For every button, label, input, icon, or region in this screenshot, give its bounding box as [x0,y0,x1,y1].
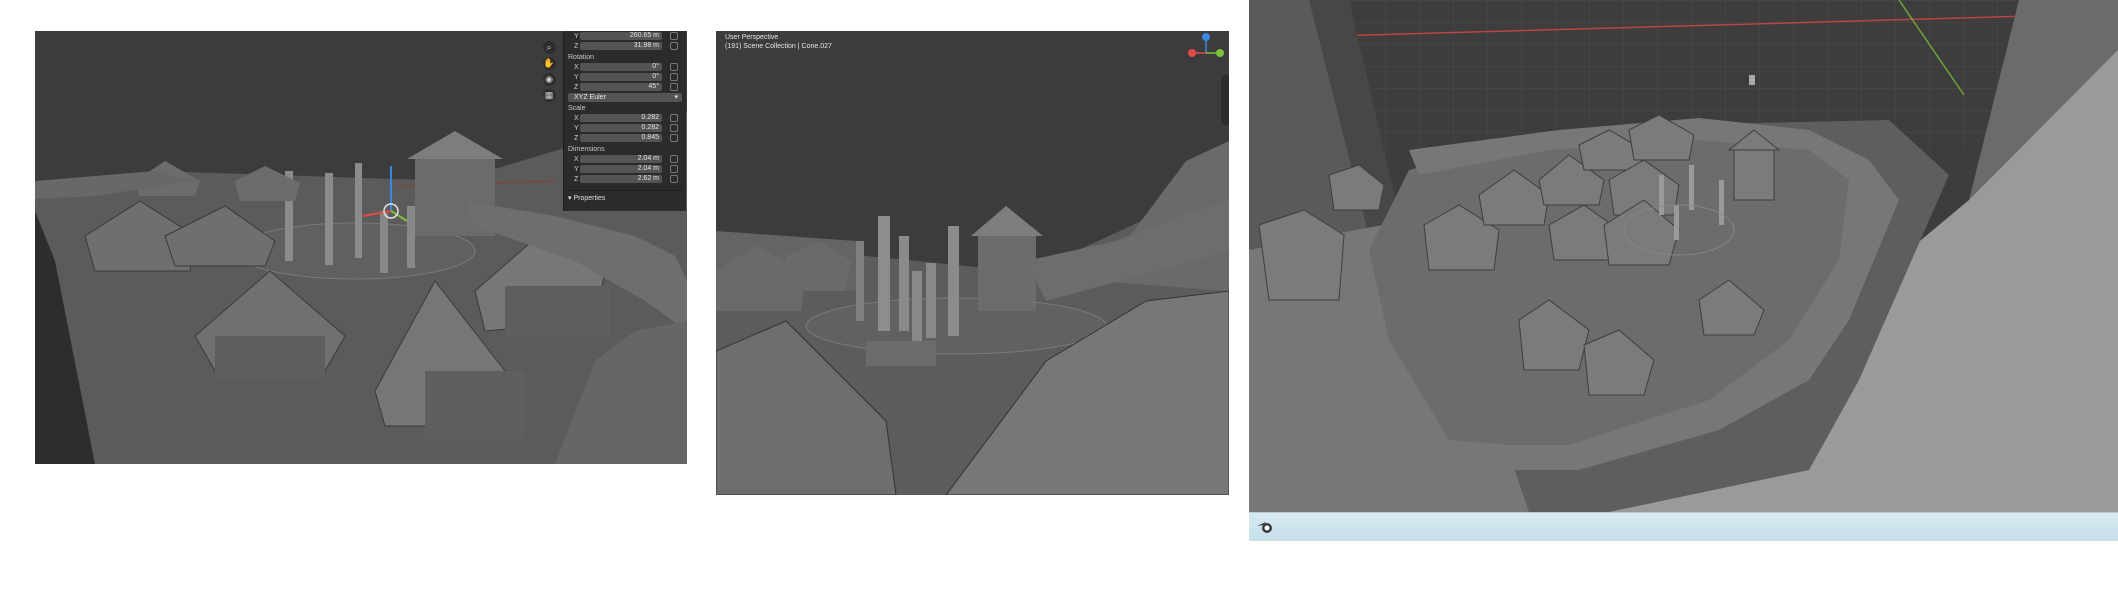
rotation-field[interactable]: 45° [580,83,662,91]
dimension-row: Z 2.62 m [568,174,682,184]
lock-icon[interactable] [670,165,678,173]
gizmo-y-icon [1216,49,1224,57]
hand-icon[interactable]: ✋ [542,57,556,70]
properties-section[interactable]: ▾ Properties [568,190,682,205]
axis-label: Y [574,33,579,40]
zoom-icon[interactable]: ⌕ [542,41,556,54]
viewport-side-toolbar[interactable] [1221,75,1229,125]
dimension-field[interactable]: 2.04 m [580,155,662,163]
axis-label: X [574,64,579,71]
axis-label: Z [574,176,579,183]
lock-icon[interactable] [670,124,678,132]
scale-field[interactable]: 0.282 [580,114,662,122]
lock-icon[interactable] [670,114,678,122]
village-scene-middle [716,31,1229,495]
rotation-mode-select[interactable]: XYZ Euler [568,93,682,102]
rotation-field[interactable]: 0° [580,73,662,81]
collection-path: (191) Scene Collection | Cone.027 [725,43,832,50]
dimensions-heading: Dimensions [568,146,605,153]
rotation-row: Z 45° [568,82,682,92]
axis-label: Z [574,135,579,142]
scale-row: Z 0.845 [568,133,682,143]
dimension-row: X 2.04 m [568,154,682,164]
viewport-middle[interactable]: User Perspective (191) Scene Collection … [716,31,1229,495]
axis-label: Y [574,74,579,81]
rotation-heading: Rotation [568,54,595,61]
axis-label: Y [574,125,579,132]
gizmo-z-icon [1202,33,1210,41]
lock-icon[interactable] [670,175,678,183]
scale-row: Y 0.282 [568,123,682,133]
taskbar [1249,512,2118,541]
viewport-left[interactable]: ⌕ ✋ ◉ ▦ Y 260.65 m Z 31.98 m Rotation X0… [35,31,687,464]
gizmo-x-icon [1188,49,1196,57]
lock-icon[interactable] [670,134,678,142]
lock-icon[interactable] [670,32,678,40]
village-scene-right [1249,0,2118,512]
axis-label: X [574,115,579,122]
location-z-row: Z 31.98 m [568,41,682,51]
lock-icon[interactable] [670,155,678,163]
scale-row: X 0.282 [568,113,682,123]
lock-icon[interactable] [670,83,678,91]
navigation-gizmo[interactable] [1186,31,1226,67]
lock-icon[interactable] [670,73,678,81]
location-y-field[interactable]: 260.65 m [580,32,662,40]
blender-app-icon[interactable] [1255,517,1275,537]
axis-label: X [574,156,579,163]
transform-sidebar: Y 260.65 m Z 31.98 m Rotation X 0° Y 0° Z 45°… [563,31,686,211]
location-z-field[interactable]: 31.98 m [580,42,662,50]
axis-label: Z [574,43,579,50]
rotation-field[interactable]: 0° [580,63,662,71]
lock-icon[interactable] [670,63,678,71]
viewport-right[interactable] [1249,0,2118,512]
axis-label: Z [574,84,579,91]
properties-label: Properties [573,195,606,202]
dimension-field[interactable]: 2.04 m [580,165,662,173]
scale-field[interactable]: 0.845 [580,134,662,142]
lock-icon[interactable] [670,42,678,50]
scale-heading: Scale [568,105,586,112]
rotation-row: Y 0° [568,72,682,82]
location-y-row: Y 260.65 m [568,31,682,41]
axis-label: Y [574,166,579,173]
view-name: User Perspective [725,34,779,41]
dimension-row: Y 2.04 m [568,164,682,174]
camera-icon[interactable]: ◉ [542,73,556,86]
dimension-field[interactable]: 2.62 m [580,175,662,183]
rotation-row: X 0° [568,62,682,72]
grid-icon[interactable]: ▦ [542,89,556,102]
scale-field[interactable]: 0.282 [580,124,662,132]
chevron-down-icon: ▾ [568,195,572,202]
viewport-toolbar: ⌕ ✋ ◉ ▦ [540,39,558,105]
